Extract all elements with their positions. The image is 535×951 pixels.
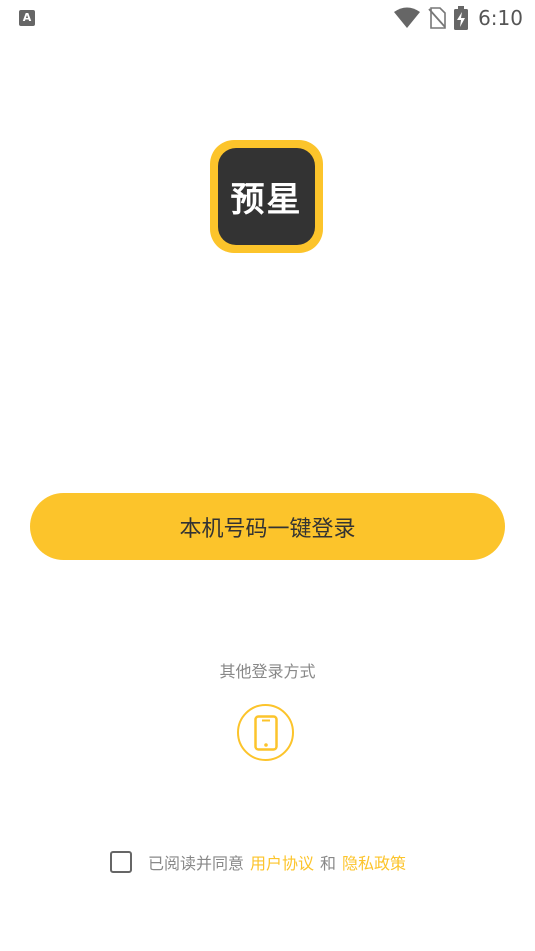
no-sim-icon: [428, 7, 446, 29]
app-logo: 预星: [210, 140, 323, 253]
privacy-policy-link[interactable]: 隐私政策: [342, 850, 406, 874]
app-logo-text: 预星: [230, 180, 303, 220]
keyboard-a-icon: A: [19, 10, 35, 26]
one-click-login-button[interactable]: 本机号码一键登录: [30, 493, 505, 560]
battery-charging-icon: [454, 6, 469, 30]
agreement-row: 已阅读并同意 用户协议 和 隐私政策: [110, 848, 406, 876]
status-bar: A 6:10: [0, 0, 535, 36]
wifi-icon: [394, 7, 421, 28]
user-agreement-link[interactable]: 用户协议: [250, 850, 314, 874]
status-time: 6:10: [478, 6, 523, 30]
agreement-and: 和: [320, 854, 337, 873]
status-right-group: 6:10: [394, 6, 523, 30]
one-click-login-label: 本机号码一键登录: [179, 516, 356, 542]
smartphone-icon: [253, 714, 278, 751]
app-logo-inner: 预星: [218, 148, 315, 245]
agreement-prefix: 已阅读并同意: [148, 854, 245, 873]
other-login-methods-label: 其他登录方式: [219, 662, 316, 681]
phone-login-button[interactable]: [237, 704, 294, 761]
agreement-checkbox[interactable]: [110, 851, 132, 873]
